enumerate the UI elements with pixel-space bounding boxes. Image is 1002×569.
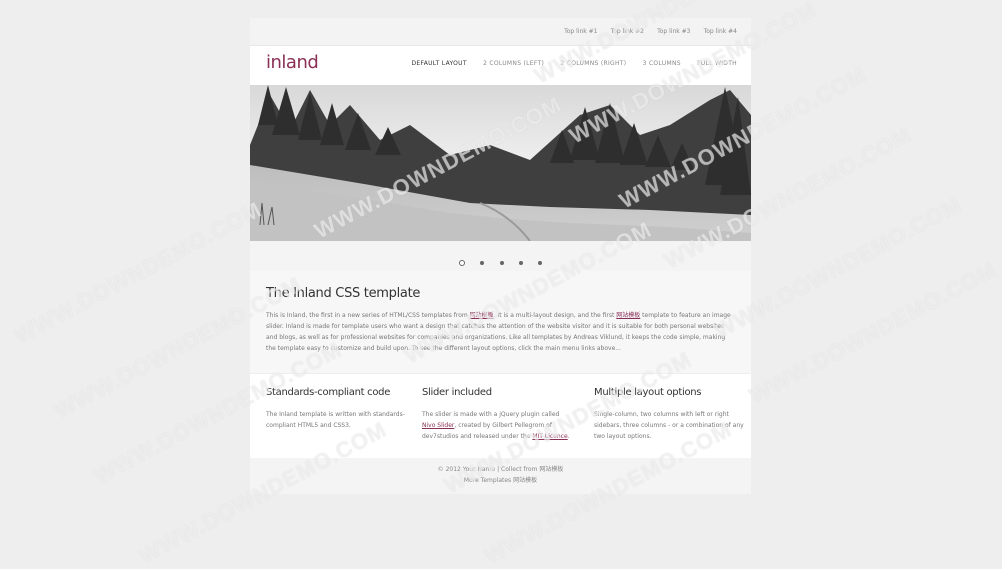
footer-more-templates[interactable]: More Templates 网站模板 [250, 475, 751, 486]
feature-text: The slider is made with a jQuery plugin … [422, 409, 572, 442]
slider-dot-1[interactable] [459, 259, 466, 266]
nav-3-columns[interactable]: 3 COLUMNS [643, 60, 681, 67]
top-link-1[interactable]: Top link #1 [564, 18, 597, 45]
intro-title: The Inland CSS template [266, 286, 421, 301]
feature-title: Standards-compliant code [266, 387, 391, 398]
nivo-slider-link[interactable]: Nivo Slider [422, 422, 454, 429]
slider-image [250, 85, 751, 241]
intro-text-part-2: . It is a multi-layout design, and the f… [493, 312, 617, 319]
intro-link-1[interactable]: 网站模板 [470, 312, 494, 319]
intro-link-2[interactable]: 网站模板 [616, 312, 640, 319]
feature-title: Slider included [422, 387, 492, 398]
slider-pagination [250, 241, 751, 271]
feature-title: Multiple layout options [594, 387, 702, 398]
feature-text-part-3: . [567, 433, 570, 440]
site-footer: © 2012 Your Name | Collect from 网站模板 Mor… [250, 458, 751, 494]
nav-2-columns-left[interactable]: 2 COLUMNS (LEFT) [483, 60, 544, 67]
site-logo[interactable]: inland [266, 52, 319, 73]
mit-licence-link[interactable]: MIT Licence [532, 433, 567, 440]
intro-text-part-1: This is Inland, the first in a new serie… [266, 312, 470, 319]
top-links-bar: Top link #1 Top link #2 Top link #3 Top … [250, 18, 751, 45]
nav-full-width[interactable]: FULL WIDTH [697, 60, 737, 67]
top-link-4[interactable]: Top link #4 [704, 18, 737, 45]
slider-dot-4[interactable] [518, 260, 523, 265]
intro-section: The Inland CSS template This is Inland, … [250, 271, 751, 373]
feature-layouts: Multiple layout options Single-column, t… [594, 387, 744, 442]
top-link-3[interactable]: Top link #3 [657, 18, 690, 45]
slider-dot-5[interactable] [537, 260, 542, 265]
feature-standards: Standards-compliant code The Inland temp… [266, 387, 416, 431]
footer-copyright: © 2012 Your Name | Collect from 网站模板 [437, 466, 564, 473]
feature-text: Single-column, two columns with left or … [594, 411, 744, 440]
watermark-text: WWW.DOWNDEMO.COM [745, 256, 1001, 409]
feature-slider: Slider included The slider is made with … [422, 387, 572, 442]
main-nav: DEFAULT LAYOUT 2 COLUMNS (LEFT) 2 COLUMN… [398, 60, 738, 67]
nav-default-layout[interactable]: DEFAULT LAYOUT [412, 60, 467, 67]
slider-dot-3[interactable] [499, 260, 504, 265]
site-header: inland DEFAULT LAYOUT 2 COLUMNS (LEFT) 2… [250, 45, 751, 85]
slider-dot-2[interactable] [480, 260, 485, 265]
features-section: Standards-compliant code The Inland temp… [250, 373, 751, 458]
watermark-text: WWW.DOWNDEMO.COM [10, 196, 266, 349]
feature-text-part-1: The slider is made with a jQuery plugin … [422, 411, 560, 418]
top-link-2[interactable]: Top link #2 [611, 18, 644, 45]
image-slider[interactable] [250, 85, 751, 241]
feature-text: The Inland template is written with stan… [266, 411, 405, 429]
page-container: Top link #1 Top link #2 Top link #3 Top … [250, 18, 751, 494]
intro-text: This is Inland, the first in a new serie… [266, 310, 735, 354]
nav-2-columns-right[interactable]: 2 COLUMNS (RIGHT) [560, 60, 626, 67]
